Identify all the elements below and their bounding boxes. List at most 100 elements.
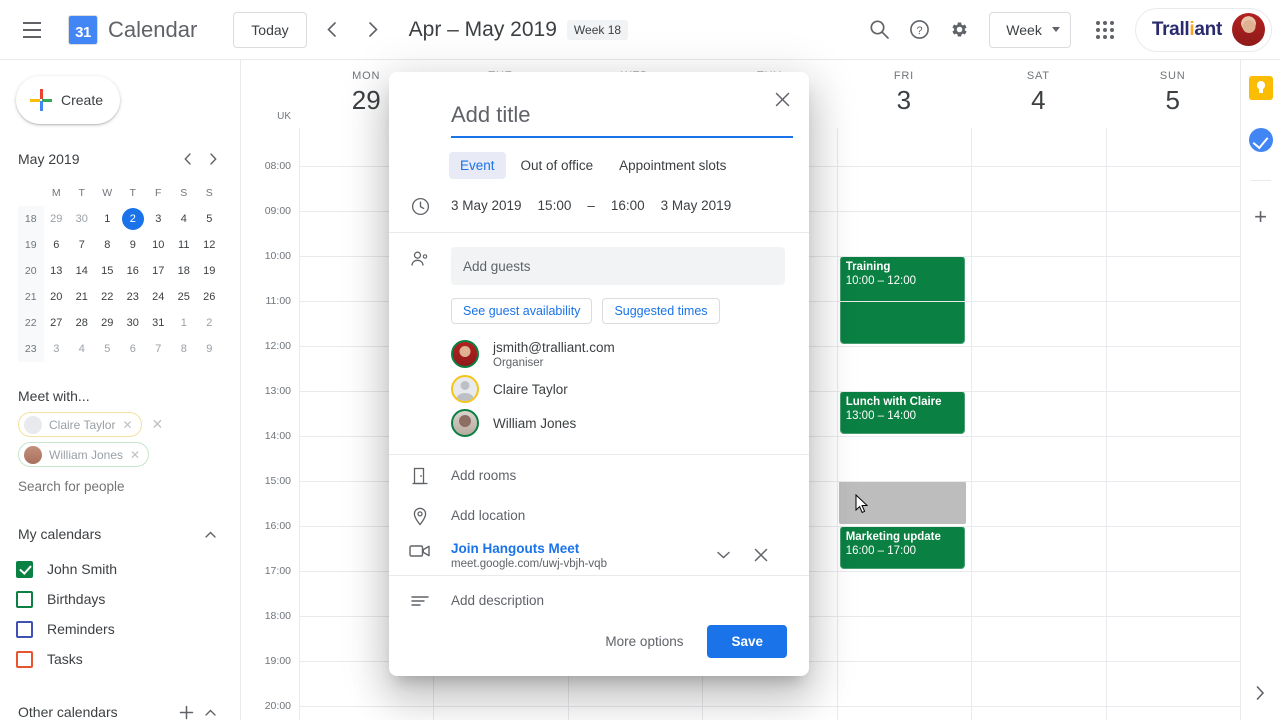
calendar-checkbox[interactable] xyxy=(16,650,33,668)
today-button[interactable]: Today xyxy=(233,11,307,48)
event-start-date[interactable]: 3 May 2019 xyxy=(451,198,522,213)
mini-calendar-day[interactable]: 31 xyxy=(146,310,172,336)
mini-calendar-week-number[interactable]: 22 xyxy=(18,310,44,336)
mini-calendar-day[interactable]: 20 xyxy=(44,284,70,310)
mini-calendar-next-button[interactable] xyxy=(200,146,226,172)
mini-calendar-day[interactable]: 7 xyxy=(69,232,95,258)
mini-calendar-day[interactable]: 23 xyxy=(120,284,146,310)
event-start-time[interactable]: 15:00 xyxy=(538,198,572,213)
mini-calendar-day[interactable]: 16 xyxy=(120,258,146,284)
remove-hangouts-meet-icon[interactable] xyxy=(747,541,775,569)
day-header-number[interactable]: 5 xyxy=(1106,85,1240,115)
calendar-list-item[interactable]: John Smith xyxy=(16,554,240,584)
see-guest-availability-button[interactable]: See guest availability xyxy=(451,298,593,324)
mini-calendar-week-number[interactable]: 18 xyxy=(18,206,44,232)
hamburger-menu-icon[interactable] xyxy=(12,10,52,50)
mini-calendar-day[interactable]: 27 xyxy=(44,310,70,336)
mini-calendar-day[interactable]: 10 xyxy=(146,232,172,258)
mini-calendar-day[interactable]: 30 xyxy=(120,310,146,336)
mini-calendar-day[interactable]: 17 xyxy=(146,258,172,284)
close-icon[interactable] xyxy=(765,82,799,116)
help-icon[interactable]: ? xyxy=(899,10,939,50)
day-column[interactable] xyxy=(1105,128,1240,720)
calendar-checkbox[interactable] xyxy=(16,590,33,608)
calendar-event[interactable]: Training 10:00 – 12:00 xyxy=(839,256,966,344)
apps-grid-icon[interactable] xyxy=(1085,10,1125,50)
my-calendars-heading[interactable]: My calendars xyxy=(18,522,222,546)
day-header[interactable]: SAT 4 xyxy=(971,60,1105,128)
mini-calendar-day[interactable]: 8 xyxy=(171,336,197,362)
calendar-event[interactable]: Lunch with Claire 13:00 – 14:00 xyxy=(839,391,966,434)
mini-calendar-day[interactable]: 7 xyxy=(146,336,172,362)
join-hangouts-meet-link[interactable]: Join Hangouts Meet xyxy=(451,541,607,556)
previous-period-button[interactable] xyxy=(315,13,349,47)
mini-calendar-day[interactable]: 5 xyxy=(197,206,223,232)
mini-calendar-day[interactable]: 6 xyxy=(120,336,146,362)
gear-icon[interactable] xyxy=(939,10,979,50)
mini-calendar-day[interactable]: 2 xyxy=(197,310,223,336)
mini-calendar-day[interactable]: 28 xyxy=(69,310,95,336)
calendar-list-item[interactable]: Birthdays xyxy=(16,584,240,614)
selected-time-slot[interactable] xyxy=(838,481,967,524)
mini-calendar-day[interactable]: 2 xyxy=(120,206,146,232)
google-tasks-icon[interactable] xyxy=(1248,128,1273,152)
calendar-list-item[interactable]: Tasks xyxy=(16,644,240,674)
day-header[interactable]: FRI 3 xyxy=(837,60,971,128)
day-header-number[interactable]: 4 xyxy=(971,85,1105,115)
add-guests-input[interactable]: Add guests xyxy=(451,247,785,285)
mini-calendar-week-number[interactable]: 21 xyxy=(18,284,44,310)
mini-calendar-day[interactable]: 8 xyxy=(95,232,121,258)
mini-calendar-day[interactable]: 22 xyxy=(95,284,121,310)
mini-calendar-day[interactable]: 21 xyxy=(69,284,95,310)
close-icon[interactable]: ✕ xyxy=(122,418,132,432)
mini-calendar-day[interactable]: 3 xyxy=(146,206,172,232)
mini-calendar-day[interactable]: 24 xyxy=(146,284,172,310)
mini-calendar-day[interactable]: 1 xyxy=(171,310,197,336)
mini-calendar-day[interactable]: 15 xyxy=(95,258,121,284)
day-column[interactable] xyxy=(971,128,1105,720)
view-selector[interactable]: Week xyxy=(989,11,1071,48)
guest-list-item[interactable]: jsmith@tralliant.com Organiser xyxy=(389,336,809,372)
mini-calendar-day[interactable]: 3 xyxy=(44,336,70,362)
mini-calendar-week-number[interactable]: 19 xyxy=(18,232,44,258)
mini-calendar-day[interactable]: 4 xyxy=(171,206,197,232)
mini-calendar-day[interactable]: 6 xyxy=(44,232,70,258)
mini-calendar-week-number[interactable]: 20 xyxy=(18,258,44,284)
chevron-down-icon[interactable] xyxy=(709,541,737,569)
day-column[interactable]: Training 10:00 – 12:00 Lunch with Claire 13… xyxy=(836,128,971,720)
mini-calendar-day[interactable]: 9 xyxy=(120,232,146,258)
meet-with-chip[interactable]: William Jones ✕ xyxy=(18,442,150,467)
save-button[interactable]: Save xyxy=(707,625,787,658)
calendar-event[interactable]: Marketing update 16:00 – 17:00 xyxy=(839,526,966,569)
chevron-up-icon[interactable] xyxy=(198,522,222,546)
chevron-right-icon[interactable] xyxy=(1256,686,1265,700)
event-type-tab[interactable]: Event xyxy=(449,152,506,179)
mini-calendar-day[interactable]: 14 xyxy=(69,258,95,284)
account-chip[interactable]: Tralliant xyxy=(1134,7,1272,52)
calendar-list-item[interactable]: Reminders xyxy=(16,614,240,644)
other-calendars-heading[interactable]: Other calendars xyxy=(18,700,222,720)
next-period-button[interactable] xyxy=(357,13,391,47)
mini-calendar-day[interactable]: 5 xyxy=(95,336,121,362)
avatar[interactable] xyxy=(1232,13,1265,46)
mini-calendar-prev-button[interactable] xyxy=(174,146,200,172)
search-people-input[interactable] xyxy=(18,479,198,494)
event-end-time[interactable]: 16:00 xyxy=(611,198,645,213)
mini-calendar-day[interactable]: 12 xyxy=(197,232,223,258)
day-header[interactable]: SUN 5 xyxy=(1106,60,1240,128)
mini-calendar-day[interactable]: 9 xyxy=(197,336,223,362)
mini-calendar-day[interactable]: 18 xyxy=(171,258,197,284)
mini-calendar-week-number[interactable]: 23 xyxy=(18,336,44,362)
mini-calendar-day[interactable]: 29 xyxy=(44,206,70,232)
meet-with-chip[interactable]: Claire Taylor ✕ xyxy=(18,412,142,437)
calendar-checkbox[interactable] xyxy=(16,560,33,578)
more-options-button[interactable]: More options xyxy=(595,626,693,657)
mini-calendar-day[interactable]: 29 xyxy=(95,310,121,336)
event-type-tab[interactable]: Out of office xyxy=(510,152,605,179)
search-icon[interactable] xyxy=(859,10,899,50)
mini-calendar-day[interactable]: 4 xyxy=(69,336,95,362)
mini-calendar-day[interactable]: 25 xyxy=(171,284,197,310)
google-keep-icon[interactable] xyxy=(1248,76,1273,100)
calendar-checkbox[interactable] xyxy=(16,620,33,638)
event-end-date[interactable]: 3 May 2019 xyxy=(661,198,732,213)
